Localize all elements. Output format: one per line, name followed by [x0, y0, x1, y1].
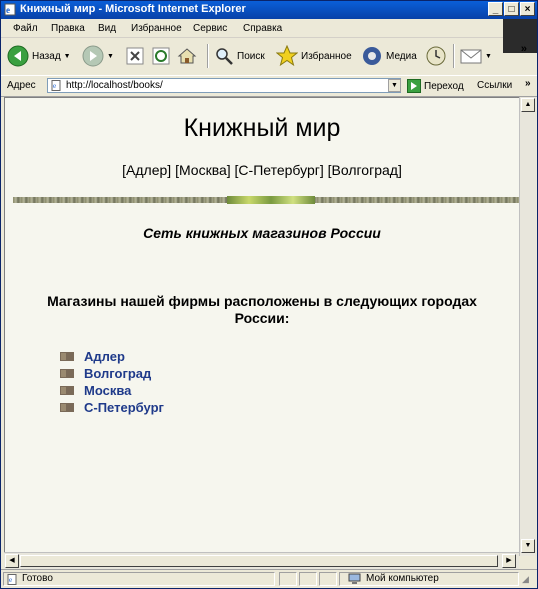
address-label: Адрес [7, 80, 36, 91]
forward-arrow-icon [82, 45, 104, 67]
mail-icon [460, 49, 482, 64]
page-icon: e [51, 80, 61, 91]
city-link-volgograd[interactable]: Волгоград [84, 366, 151, 381]
ie-page-icon: e [4, 3, 16, 16]
browser-window: e Книжный мир - Microsoft Internet Explo… [0, 0, 538, 589]
address-url: http://localhost/books/ [66, 80, 163, 91]
status-cell [299, 572, 317, 586]
toolbar-separator [207, 44, 209, 68]
links-label[interactable]: Ссылки [477, 80, 512, 91]
scroll-left-button[interactable]: ◀ [5, 554, 19, 568]
list-item: Волгоград [60, 365, 164, 382]
back-label: Назад [32, 50, 61, 62]
book-bullet-icon [60, 369, 74, 378]
menu-bar: Файл Правка Вид Избранное Сервис Справка [1, 19, 537, 38]
svg-text:e: e [9, 576, 12, 584]
menu-file[interactable]: Файл [13, 23, 38, 34]
history-button[interactable] [425, 42, 447, 70]
scroll-right-button[interactable]: ▶ [502, 554, 516, 568]
maximize-button[interactable]: □ [504, 2, 519, 16]
book-bullet-icon [60, 386, 74, 395]
stop-icon [126, 47, 144, 65]
page-title: Книжный мир [183, 114, 341, 142]
status-cell [319, 572, 337, 586]
media-label: Медиа [386, 50, 417, 62]
toolbar: Назад ▼ ▼ Поиск Избранное Медиа ▼ [1, 38, 501, 74]
favorites-button[interactable]: Избранное [276, 42, 352, 70]
media-icon [363, 47, 381, 65]
forward-button[interactable]: ▼ [82, 42, 114, 70]
list-item: Москва [60, 382, 164, 399]
address-bar: Адрес e http://localhost/books/ ▼ Перехо… [1, 75, 537, 97]
vertical-scrollbar[interactable]: ▲ ▼ [519, 97, 536, 556]
city-link-adler[interactable]: Адлер [84, 349, 125, 364]
page-icon: e [7, 574, 17, 585]
title-bar: e Книжный мир - Microsoft Internet Explo… [1, 1, 537, 19]
svg-text:e: e [53, 82, 56, 90]
links-chevron-icon[interactable]: » [525, 78, 531, 89]
status-main: e Готово [3, 572, 275, 586]
scroll-up-button[interactable]: ▲ [521, 98, 535, 112]
go-label: Переход [424, 80, 464, 92]
city-nav-links[interactable]: [Адлер] [Москва] [С-Петербург] [Волгогра… [5, 162, 519, 178]
svg-text:e: e [6, 5, 10, 15]
home-button[interactable] [177, 42, 197, 70]
menu-view[interactable]: Вид [98, 23, 116, 34]
status-cell [279, 572, 297, 586]
media-button[interactable]: Медиа [361, 42, 417, 70]
forward-dropdown-icon[interactable]: ▼ [107, 53, 114, 60]
address-dropdown-icon[interactable]: ▼ [388, 79, 401, 92]
search-label: Поиск [237, 50, 265, 62]
address-input[interactable]: e http://localhost/books/ [47, 78, 401, 93]
scroll-down-button[interactable]: ▼ [521, 539, 535, 553]
book-bullet-icon [60, 352, 74, 361]
city-link-spb[interactable]: С-Петербург [84, 400, 164, 415]
security-zone-text: Мой компьютер [366, 573, 439, 584]
go-button[interactable]: Переход [407, 78, 464, 94]
computer-icon [348, 573, 361, 584]
menu-tools[interactable]: Сервис [193, 23, 227, 34]
status-bar: e Готово Мой компьютер ◢ [1, 569, 537, 588]
back-button[interactable]: Назад ▼ [7, 42, 71, 70]
search-icon [216, 48, 233, 65]
back-dropdown-icon[interactable]: ▼ [64, 53, 71, 60]
history-icon [426, 46, 446, 66]
book-bullet-icon [60, 403, 74, 412]
resize-grip-icon[interactable]: ◢ [522, 574, 529, 585]
page-content: Книжный мир [Адлер] [Москва] [С-Петербур… [4, 97, 520, 554]
site-tagline: Сеть книжных магазинов России [143, 225, 381, 241]
toolbar-chevron-icon[interactable]: » [521, 43, 527, 55]
status-text: Готово [22, 573, 53, 584]
favorites-label: Избранное [301, 50, 352, 62]
home-icon [177, 48, 197, 64]
refresh-button[interactable] [151, 42, 171, 70]
banner-center-image [227, 196, 315, 204]
go-arrow-icon [407, 79, 421, 93]
search-button[interactable]: Поиск [214, 42, 265, 70]
menu-favorites[interactable]: Избранное [131, 23, 182, 34]
minimize-button[interactable]: _ [488, 2, 503, 16]
refresh-icon [152, 47, 170, 65]
back-arrow-icon [7, 45, 29, 67]
stop-button[interactable] [125, 42, 145, 70]
close-button[interactable]: × [520, 2, 535, 16]
list-item: Адлер [60, 348, 164, 365]
city-list: Адлер Волгоград Москва С-Петербург [60, 348, 164, 416]
horizontal-scrollbar[interactable]: ◀ ▶ [4, 552, 519, 569]
city-link-moscow[interactable]: Москва [84, 383, 131, 398]
window-title: Книжный мир - Microsoft Internet Explore… [20, 3, 246, 15]
list-item: С-Петербург [60, 399, 164, 416]
mail-button[interactable]: ▼ [460, 42, 492, 70]
menu-edit[interactable]: Правка [51, 23, 85, 34]
toolbar-separator [453, 44, 455, 68]
status-zone: Мой компьютер [339, 572, 519, 586]
intro-text: Магазины нашей фирмы расположены в следу… [47, 293, 477, 326]
star-icon [276, 45, 298, 67]
mail-dropdown-icon[interactable]: ▼ [485, 53, 492, 60]
horizontal-scroll-thumb[interactable] [20, 555, 498, 567]
menu-help[interactable]: Справка [243, 23, 282, 34]
